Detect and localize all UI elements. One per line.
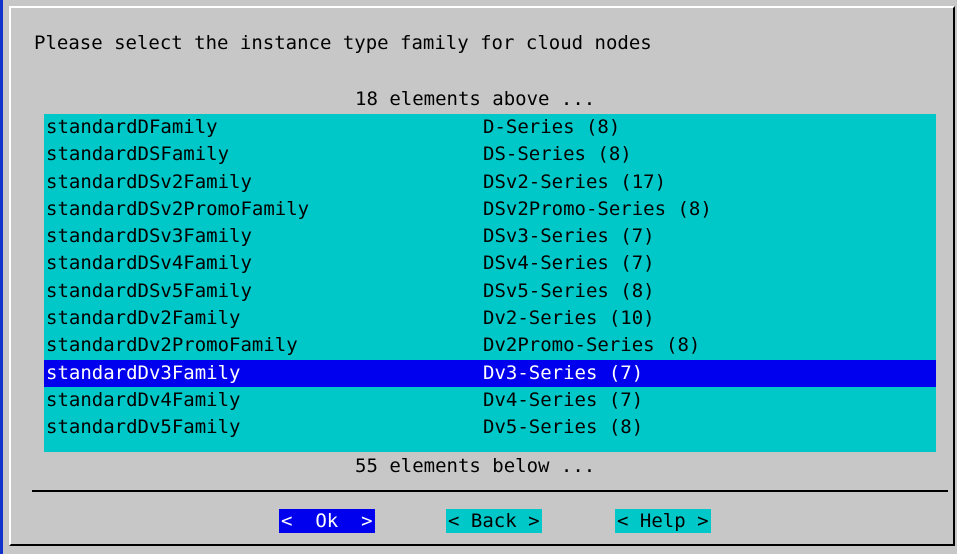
list-item-description: Dv3-Series (7) xyxy=(483,361,644,384)
list-item-tag: standardDv2Family xyxy=(46,307,241,330)
list-item-tag: standardDSFamily xyxy=(46,143,230,166)
list-item-tag: standardDv4Family xyxy=(46,388,241,411)
list-item[interactable]: standardDv2Family Dv2-Series (10) xyxy=(44,305,936,332)
list-item-description: DSv2-Series (17) xyxy=(483,170,667,193)
terminal-frame-edge xyxy=(0,0,3,554)
list-item[interactable]: standardDv5Family Dv5-Series (8) xyxy=(44,414,936,441)
list-item[interactable]: standardDSv2Family DSv2-Series (17) xyxy=(44,169,936,196)
list-item-description: DSv5-Series (8) xyxy=(483,279,655,302)
list-item[interactable]: standardDSv3Family DSv3-Series (7) xyxy=(44,223,936,250)
list-item-description: DSv3-Series (7) xyxy=(483,225,655,248)
list-item-description: DSv2Promo-Series (8) xyxy=(483,197,712,220)
list-item[interactable]: standardDSv5Family DSv5-Series (8) xyxy=(44,278,936,305)
list-item-description: Dv5-Series (8) xyxy=(483,416,644,439)
list-item-selected[interactable]: standardDv3Family Dv3-Series (7) xyxy=(44,359,936,387)
list-item[interactable]: standardDFamily D-Series (8) xyxy=(44,114,936,141)
list-item[interactable]: standardDSv2PromoFamily DSv2Promo-Series… xyxy=(44,196,936,223)
dialog-prompt: Please select the instance type family f… xyxy=(34,32,652,54)
list-item-tag: standardDv2PromoFamily xyxy=(46,334,298,357)
list-item-tag: standardDv3Family xyxy=(46,361,241,384)
instance-family-list[interactable]: standardDFamily D-Series (8) standardDSF… xyxy=(44,114,936,452)
list-item-tag: standardDSv2PromoFamily xyxy=(46,197,310,220)
list-item-description: Dv2-Series (10) xyxy=(483,307,655,330)
list-item-description: DS-Series (8) xyxy=(483,143,632,166)
button-separator xyxy=(32,490,948,492)
list-item-description: D-Series (8) xyxy=(483,116,621,138)
list-item-description: Dv2Promo-Series (8) xyxy=(483,334,701,357)
scroll-indicator-below: 55 elements below ... xyxy=(355,455,596,477)
list-item[interactable]: standardDSFamily DS-Series (8) xyxy=(44,141,936,168)
back-button[interactable]: < Back > xyxy=(446,509,542,533)
list-item-tag: standardDFamily xyxy=(46,116,218,138)
list-item[interactable]: standardDv4Family Dv4-Series (7) xyxy=(44,387,936,414)
list-item[interactable]: standardDSv4Family DSv4-Series (7) xyxy=(44,250,936,277)
ok-button[interactable]: < Ok > xyxy=(279,509,375,533)
list-item-description: Dv4-Series (7) xyxy=(483,388,644,411)
list-item-description: DSv4-Series (7) xyxy=(483,252,655,275)
list-item-tag: standardDSv3Family xyxy=(46,225,252,248)
list-item[interactable]: standardDv2PromoFamily Dv2Promo-Series (… xyxy=(44,332,936,359)
help-button[interactable]: < Help > xyxy=(615,509,711,533)
list-item-tag: standardDSv2Family xyxy=(46,170,252,193)
scroll-indicator-above: 18 elements above ... xyxy=(355,88,596,110)
list-item-tag: standardDSv5Family xyxy=(46,279,252,302)
list-item-tag: standardDv5Family xyxy=(46,416,241,439)
list-item-tag: standardDSv4Family xyxy=(46,252,252,275)
